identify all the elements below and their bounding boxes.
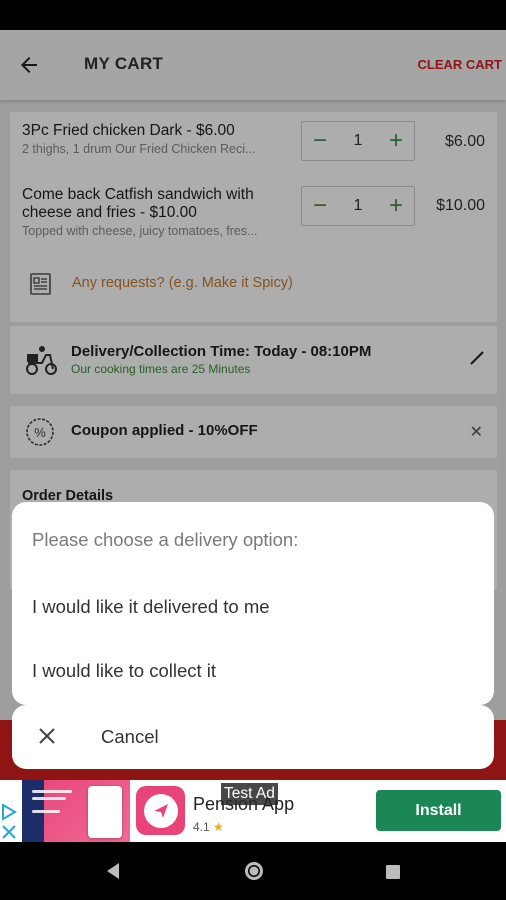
nav-back-icon[interactable] — [104, 861, 122, 881]
ad-image-line — [32, 790, 72, 793]
status-bar — [0, 0, 506, 30]
nav-recents-icon[interactable] — [385, 864, 401, 880]
close-icon — [39, 728, 55, 744]
ad-phone-graphic — [88, 786, 122, 838]
star-icon: ★ — [213, 820, 224, 834]
ad-image[interactable] — [22, 780, 130, 842]
ad-image-line — [32, 810, 60, 813]
ad-image-line — [32, 797, 66, 800]
rating-value: 4.1 — [193, 820, 210, 834]
install-button[interactable]: Install — [376, 790, 501, 831]
option-delivery[interactable]: I would like it delivered to me — [32, 596, 270, 618]
cancel-button[interactable]: Cancel — [12, 705, 494, 769]
test-ad-badge: Test Ad — [221, 783, 278, 805]
delivery-option-dialog: Please choose a delivery option: I would… — [12, 502, 494, 705]
app-icon-badge — [143, 793, 178, 828]
option-collection[interactable]: I would like to collect it — [32, 660, 216, 682]
cancel-label: Cancel — [101, 726, 159, 747]
navigation-bar — [0, 842, 506, 900]
nav-home-icon[interactable] — [243, 860, 265, 882]
app-icon — [136, 786, 185, 835]
ad-rating: 4.1 ★ — [193, 820, 224, 834]
paper-plane-icon — [153, 803, 168, 818]
ad-choices-icon[interactable] — [0, 804, 20, 842]
dialog-prompt: Please choose a delivery option: — [32, 529, 299, 550]
